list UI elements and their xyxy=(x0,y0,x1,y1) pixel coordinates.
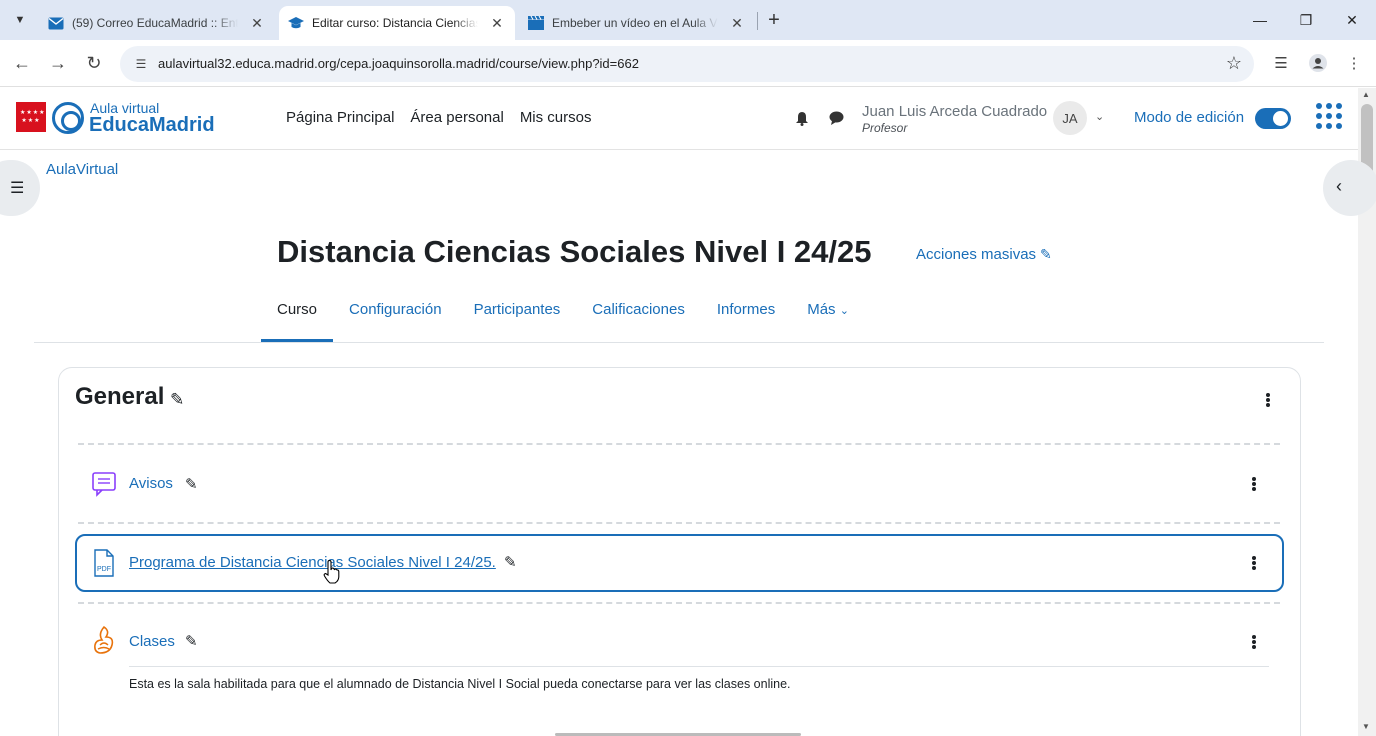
activity-menu-kebab-icon[interactable] xyxy=(1247,553,1261,573)
comunidad-madrid-flag-logo: ★★★★ ★★★ xyxy=(16,102,46,132)
pdf-icon: PDF xyxy=(89,548,119,578)
chevron-down-icon: ⌄ xyxy=(839,305,849,317)
new-tab-plus-icon[interactable]: + xyxy=(762,8,786,32)
forward-arrow-icon[interactable]: → xyxy=(45,50,71,76)
address-bar[interactable]: ☰ aulavirtual32.educa.madrid.org/cepa.jo… xyxy=(120,46,1254,82)
profile-icon[interactable] xyxy=(1307,52,1329,74)
pencil-icon[interactable]: ✎ xyxy=(185,632,198,650)
pencil-icon[interactable]: ✎ xyxy=(504,553,517,571)
activity-link-avisos[interactable]: Avisos xyxy=(129,475,173,492)
divider xyxy=(34,342,1324,343)
tab-more-label: Más xyxy=(807,301,836,318)
edit-mode-label[interactable]: Modo de edición xyxy=(1134,109,1244,126)
page-title: Distancia Ciencias Sociales Nivel I 24/2… xyxy=(277,234,872,269)
media-controls-icon[interactable]: ☰ xyxy=(1270,52,1292,74)
tab-course[interactable]: Curso xyxy=(261,296,334,342)
activity-link-programa[interactable]: Programa de Distancia Ciencias Sociales … xyxy=(129,554,496,571)
reload-icon[interactable]: ↻ xyxy=(81,50,107,76)
nav-dashboard[interactable]: Área personal xyxy=(410,109,503,126)
activity-divider xyxy=(78,443,1280,445)
chevron-left-icon: ‹ xyxy=(1336,176,1342,196)
bulk-actions-label: Acciones masivas xyxy=(916,246,1037,263)
breadcrumb[interactable]: AulaVirtual xyxy=(46,161,118,178)
forum-icon xyxy=(89,469,119,499)
back-arrow-icon[interactable]: ← xyxy=(9,50,35,76)
browser-tab-video[interactable]: Embeber un vídeo en el Aula Virtual ✕ xyxy=(519,6,755,40)
divider xyxy=(129,666,1269,667)
browser-tab-bar: ▼ (59) Correo EducaMadrid :: Entrada ✕ E… xyxy=(0,0,1376,40)
tab-title: Embeber un vídeo en el Aula Virtual xyxy=(552,16,718,30)
block-drawer-toggle[interactable]: ‹ xyxy=(1323,160,1376,216)
bookmark-star-icon[interactable]: ☆ xyxy=(1226,53,1242,74)
educamadrid-logo-icon xyxy=(52,102,84,134)
browser-toolbar: ← → ↻ ☰ aulavirtual32.educa.madrid.org/c… xyxy=(0,40,1376,87)
tab-grades[interactable]: Calificaciones xyxy=(576,296,701,342)
svg-text:PDF: PDF xyxy=(97,566,111,573)
activity-divider xyxy=(78,602,1280,604)
list-icon: ☰ xyxy=(10,180,25,197)
nav-my-courses[interactable]: Mis cursos xyxy=(520,109,592,126)
close-icon[interactable]: ✕ xyxy=(488,14,506,32)
scroll-up-arrow-icon[interactable]: ▲ xyxy=(1362,90,1370,99)
site-settings-icon[interactable]: ☰ xyxy=(132,55,150,73)
close-icon[interactable]: ✕ xyxy=(728,14,746,32)
browser-menu-icon[interactable]: ⋮ xyxy=(1343,52,1365,74)
pencil-icon[interactable]: ✎ xyxy=(185,475,198,493)
activity-link-clases[interactable]: Clases xyxy=(129,633,175,650)
minimize-icon[interactable]: — xyxy=(1237,6,1283,34)
tab-settings[interactable]: Configuración xyxy=(333,296,458,342)
course-secondary-nav: Curso Configuración Participantes Califi… xyxy=(261,296,865,342)
tab-participants[interactable]: Participantes xyxy=(458,296,577,342)
tab-search-chevron-icon[interactable]: ▼ xyxy=(8,8,32,32)
primary-navigation: Página Principal Área personal Mis curso… xyxy=(286,109,592,126)
avatar[interactable]: JA xyxy=(1053,101,1087,135)
close-icon[interactable]: ✕ xyxy=(248,14,266,32)
site-header: ★★★★ ★★★ Aula virtual EducaMadrid Página … xyxy=(0,88,1358,150)
activity-menu-kebab-icon[interactable] xyxy=(1247,632,1261,652)
clapperboard-icon xyxy=(528,15,544,31)
pencil-icon[interactable]: ✎ xyxy=(170,390,184,410)
tab-title: (59) Correo EducaMadrid :: Entrada xyxy=(72,16,238,30)
chat-bubble-icon[interactable] xyxy=(826,108,846,128)
user-role: Profesor xyxy=(862,121,908,135)
url-text[interactable]: aulavirtual32.educa.madrid.org/cepa.joaq… xyxy=(158,56,639,71)
course-index-drawer-toggle[interactable]: ☰ xyxy=(0,160,40,216)
mortarboard-icon xyxy=(288,15,304,31)
tab-title: Editar curso: Distancia Ciencias Sociale… xyxy=(312,16,478,30)
section-menu-kebab-icon[interactable] xyxy=(1261,390,1275,410)
hand-cursor-icon xyxy=(322,559,340,590)
restore-icon[interactable]: ❐ xyxy=(1283,6,1329,34)
window-close-icon[interactable]: ✕ xyxy=(1329,6,1375,34)
logo-title[interactable]: EducaMadrid xyxy=(89,114,215,137)
edit-mode-toggle[interactable] xyxy=(1255,108,1291,129)
pencil-icon: ✎ xyxy=(1040,246,1052,262)
nav-home[interactable]: Página Principal xyxy=(286,109,394,126)
browser-tab-course[interactable]: Editar curso: Distancia Ciencias Sociale… xyxy=(279,6,515,40)
apps-grid-icon[interactable] xyxy=(1316,103,1342,129)
tab-separator xyxy=(757,12,758,30)
activity-menu-kebab-icon[interactable] xyxy=(1247,474,1261,494)
browser-tab-mail[interactable]: (59) Correo EducaMadrid :: Entrada ✕ xyxy=(40,6,276,40)
chevron-down-icon[interactable]: ⌄ xyxy=(1095,110,1104,123)
tab-reports[interactable]: Informes xyxy=(701,296,791,342)
user-fullname[interactable]: Juan Luis Arceda Cuadrado xyxy=(862,103,1047,120)
scroll-down-arrow-icon[interactable]: ▼ xyxy=(1362,722,1370,731)
bell-icon[interactable] xyxy=(792,108,812,128)
activity-description: Esta es la sala habilitada para que el a… xyxy=(129,677,791,691)
tab-more[interactable]: Más ⌄ xyxy=(791,296,865,342)
bulk-actions-link[interactable]: Acciones masivas ✎ xyxy=(916,246,1052,263)
mail-icon xyxy=(48,15,64,31)
activity-divider xyxy=(78,522,1280,524)
section-title: General xyxy=(75,383,165,410)
bigbluebutton-icon xyxy=(89,625,119,656)
